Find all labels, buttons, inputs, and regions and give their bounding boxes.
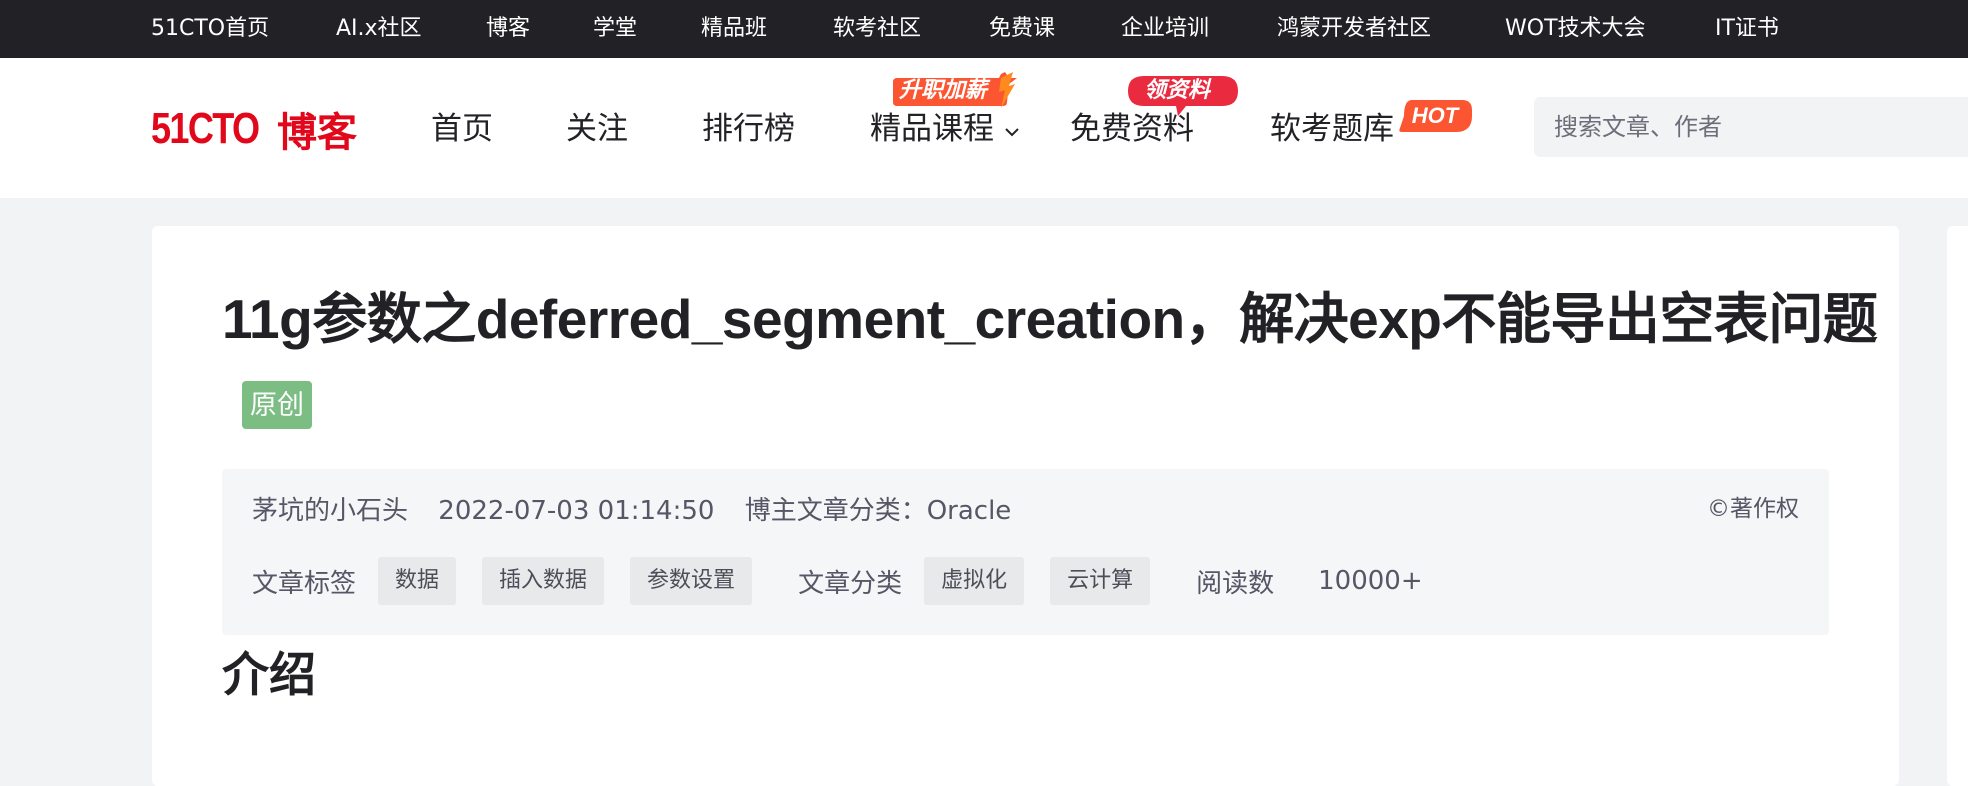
article-tags-row: 文章标签 数据 插入数据 参数设置 文章分类 虚拟化 云计算 阅读数 10000…: [252, 557, 1423, 605]
logo-number: 51CTO: [151, 104, 260, 153]
article-meta-info: 茅坑的小石头 2022-07-03 01:14:50 博主文章分类：Oracle: [252, 491, 1033, 531]
section-heading: 介绍: [222, 648, 316, 703]
nav-ranking[interactable]: 排行榜: [702, 104, 795, 154]
nav-home[interactable]: 首页: [431, 104, 493, 154]
topbar-link-free[interactable]: 免费课: [989, 0, 1055, 58]
hot-badge: HOT: [1398, 100, 1472, 132]
article-title: 11g参数之deferred_segment_creation，解决exp不能导…: [222, 276, 1902, 448]
topbar-link-school[interactable]: 学堂: [593, 0, 637, 58]
upgrade-badge: 升职加薪: [889, 72, 1029, 112]
upgrade-badge-label: 升职加薪: [899, 78, 988, 103]
topbar-link-harmony[interactable]: 鸿蒙开发者社区: [1277, 0, 1431, 58]
topbar-link-home[interactable]: 51CTO首页: [151, 0, 269, 58]
nav-follow[interactable]: 关注: [566, 104, 628, 154]
tag-chip[interactable]: 插入数据: [482, 557, 605, 605]
topbar-link-cert[interactable]: IT证书: [1715, 0, 1779, 58]
categories-label: 文章分类: [798, 568, 903, 599]
tag-chip[interactable]: 参数设置: [630, 557, 753, 605]
site-logo[interactable]: 51CTO 博客: [151, 104, 357, 156]
topbar-link-exam[interactable]: 软考社区: [833, 0, 921, 58]
tags-label: 文章标签: [252, 568, 357, 599]
category-chip[interactable]: 云计算: [1050, 557, 1151, 605]
sidebar-card: [1947, 226, 1968, 786]
read-count: 10000+: [1318, 566, 1423, 596]
material-badge: 领资料: [1126, 74, 1240, 118]
chevron-down-icon[interactable]: [1003, 125, 1021, 139]
topbar-link-blog[interactable]: 博客: [486, 0, 530, 58]
top-navigation-bar: 51CTO首页 AI.x社区 博客 学堂 精品班 软考社区 免费课 企业培训 鸿…: [0, 0, 1968, 58]
topbar-link-ai[interactable]: AI.x社区: [336, 0, 422, 58]
article-title-text: 11g参数之deferred_segment_creation，解决exp不能导…: [222, 288, 1878, 350]
article-meta: 茅坑的小石头 2022-07-03 01:14:50 博主文章分类：Oracle…: [222, 469, 1829, 635]
author-name[interactable]: 茅坑的小石头: [252, 496, 408, 526]
original-tag: 原创: [242, 381, 312, 429]
reads-label: 阅读数: [1196, 568, 1275, 599]
article-card: 11g参数之deferred_segment_creation，解决exp不能导…: [152, 226, 1899, 786]
site-header: 51CTO 博客 首页 关注 排行榜 精品课程 免费资料 软考题库 升职加薪 领…: [0, 58, 1968, 198]
topbar-link-training[interactable]: 企业培训: [1121, 0, 1209, 58]
topbar-link-wot[interactable]: WOT技术大会: [1505, 0, 1646, 58]
search-input[interactable]: [1534, 97, 1968, 157]
copyright-label: ©著作权: [1707, 496, 1799, 522]
material-badge-label: 领资料: [1144, 78, 1211, 103]
hot-badge-label: HOT: [1411, 103, 1459, 128]
tag-chip[interactable]: 数据: [378, 557, 457, 605]
category-chip[interactable]: 虚拟化: [924, 557, 1025, 605]
publish-datetime: 2022-07-03 01:14:50: [438, 496, 715, 526]
nav-exam[interactable]: 软考题库: [1270, 104, 1394, 154]
logo-text: 博客: [277, 110, 357, 156]
blogger-category[interactable]: 博主文章分类：Oracle: [745, 496, 1012, 526]
topbar-link-premium[interactable]: 精品班: [701, 0, 767, 58]
